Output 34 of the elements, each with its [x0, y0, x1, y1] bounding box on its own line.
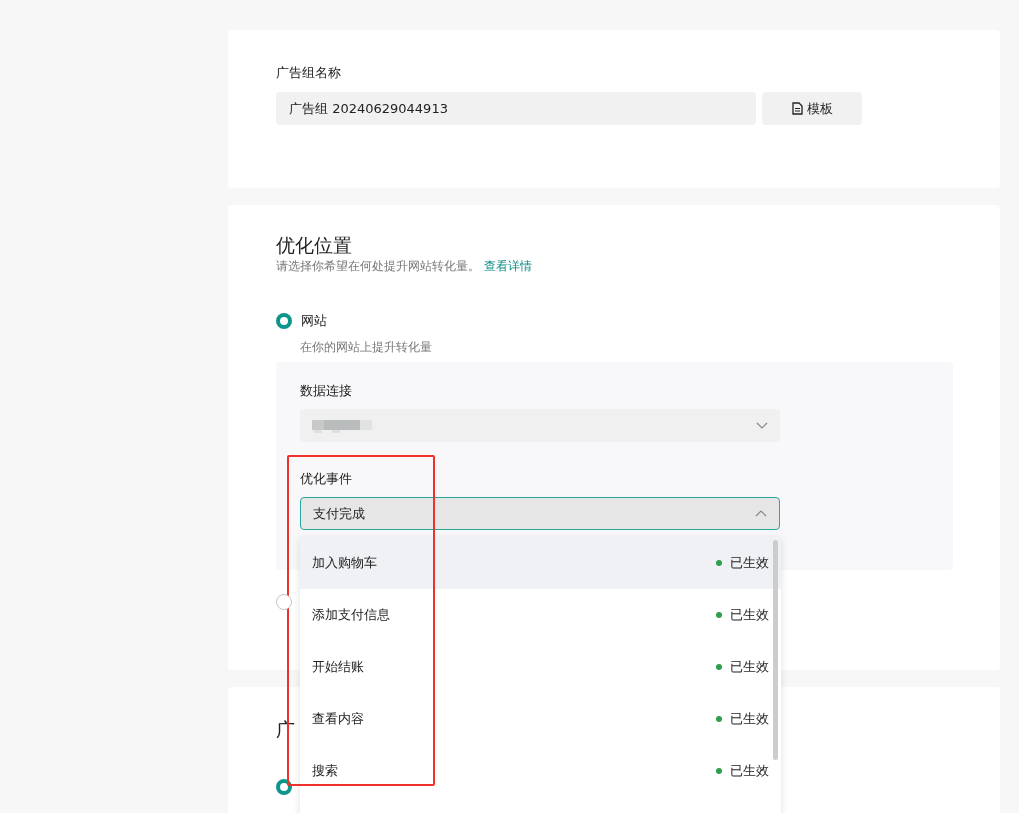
radio-button[interactable]	[276, 313, 292, 329]
input-field[interactable]: 广告组 20240629044913	[276, 92, 756, 125]
section-subtitle: 请选择你希望在何处提升网站转化量。	[276, 259, 480, 273]
option-description: 在你的网站上提升转化量	[300, 340, 433, 355]
status-text: 已生效	[730, 606, 769, 624]
scrollbar[interactable]	[773, 540, 778, 760]
details-link[interactable]: 查看详情	[483, 259, 532, 273]
status-text: 已生效	[730, 710, 769, 728]
item-label: 添加支付信息	[312, 606, 390, 624]
event-select[interactable]: 支付完成	[300, 497, 780, 530]
item-label: 查看内容	[312, 710, 364, 728]
section-title: 优化位置	[276, 233, 352, 257]
status-text: 已生效	[730, 762, 769, 780]
status-text: 已生效	[730, 554, 769, 572]
item-label: 加入购物车	[312, 554, 377, 572]
field-label: 优化事件	[300, 470, 353, 488]
menu-item[interactable]: 搜索 已生效	[300, 745, 781, 797]
radio-button[interactable]	[276, 594, 292, 610]
menu-item[interactable]: 查看内容 已生效	[300, 693, 781, 745]
menu-item[interactable]: 加入购物车 已生效	[300, 537, 781, 589]
menu-item[interactable]: 开始结账 已生效	[300, 641, 781, 693]
connection-select[interactable]	[300, 409, 780, 442]
item-label: 开始结账	[312, 658, 364, 676]
status-text: 已生效	[730, 658, 769, 676]
template-button[interactable]: 模板	[762, 92, 862, 125]
field-label: 数据连接	[300, 382, 353, 400]
document-icon	[791, 102, 803, 115]
option-label: 网站	[301, 312, 327, 330]
chevron-up-icon	[755, 510, 767, 517]
radio-button[interactable]	[276, 779, 292, 795]
field-label: 广告组名称	[276, 64, 342, 82]
menu-item[interactable]: 添加支付信息 已生效	[300, 589, 781, 641]
chevron-down-icon	[756, 422, 768, 429]
item-label: 搜索	[312, 762, 338, 780]
